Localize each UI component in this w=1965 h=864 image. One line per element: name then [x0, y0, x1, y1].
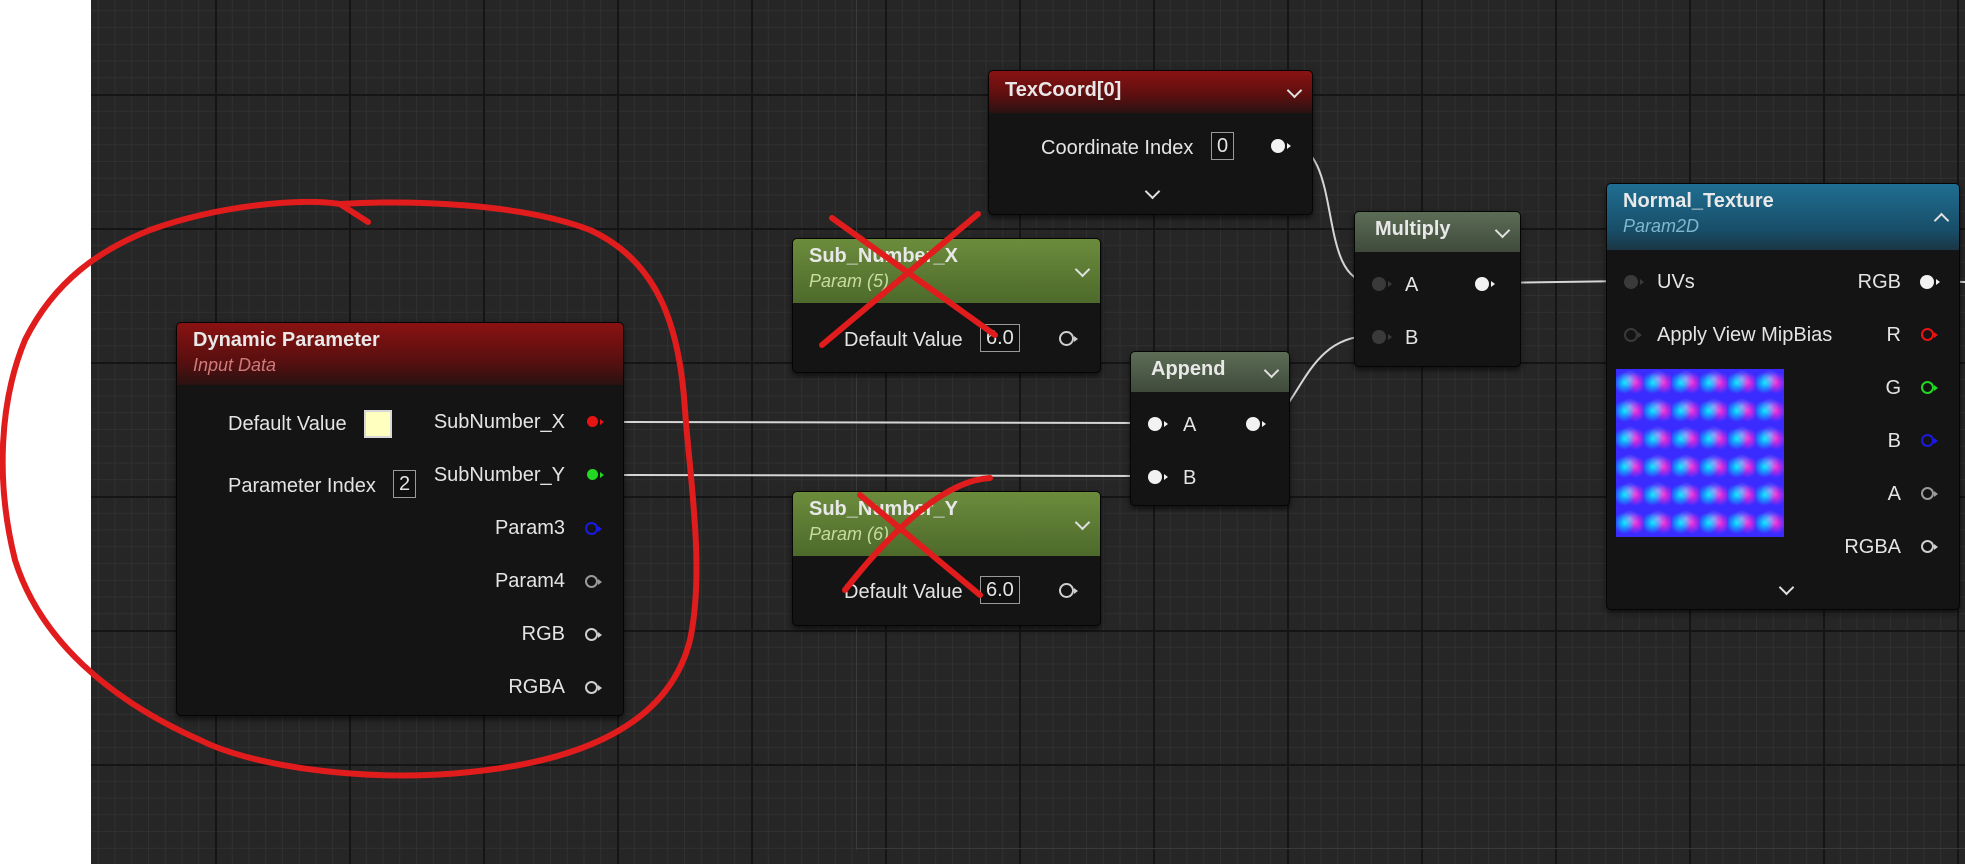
node-title: TexCoord[0]	[1005, 79, 1122, 101]
multiply-output-pin[interactable]	[1475, 277, 1495, 291]
output-rgba-pin[interactable]	[585, 681, 602, 694]
output-rgb-label: RGB	[521, 623, 565, 645]
sub-number-x-node[interactable]: Sub_Number_X Param (5) Default Value 6.0	[792, 238, 1101, 373]
sub-number-x-header[interactable]: Sub_Number_X Param (5)	[793, 239, 1100, 303]
default-value-label: Default Value	[844, 329, 963, 351]
output-subnumber-y-pin[interactable]	[587, 469, 604, 480]
canvas-divider	[856, 0, 857, 850]
output-param3-label: Param3	[494, 517, 565, 539]
output-rgba-label: RGBA	[1844, 536, 1901, 558]
dynamic-parameter-header[interactable]: Dynamic Parameter Input Data	[177, 323, 623, 385]
parameter-index-label: Parameter Index	[228, 475, 376, 497]
output-param4-pin[interactable]	[585, 575, 602, 588]
node-title: Normal_Texture	[1623, 190, 1774, 212]
sub-number-y-header[interactable]: Sub_Number_Y Param (6)	[793, 492, 1100, 556]
multiply-input-a-label: A	[1405, 274, 1419, 296]
apply-view-mipbias-pin[interactable]	[1624, 328, 1642, 342]
append-input-b-pin[interactable]	[1148, 470, 1168, 484]
append-header[interactable]: Append	[1131, 352, 1289, 392]
output-b-pin[interactable]	[1921, 434, 1938, 447]
node-subtitle: Param (6)	[809, 524, 890, 544]
output-b-label: B	[1887, 430, 1901, 452]
texcoord-output-pin[interactable]	[1271, 139, 1291, 153]
multiply-header[interactable]: Multiply	[1355, 212, 1520, 252]
append-input-a-pin[interactable]	[1148, 417, 1168, 431]
parameter-index-field[interactable]: 2	[393, 470, 417, 498]
node-title: Sub_Number_X	[809, 245, 958, 267]
uvs-input-label: UVs	[1657, 271, 1695, 293]
expand-chevron-icon[interactable]	[1778, 579, 1795, 596]
default-value-label: Default Value	[228, 413, 347, 435]
output-a-pin[interactable]	[1921, 487, 1938, 500]
multiply-input-b-label: B	[1405, 327, 1419, 349]
normal-texture-header[interactable]: Normal_Texture Param2D	[1607, 184, 1959, 250]
output-param3-pin[interactable]	[585, 522, 602, 535]
output-param4-label: Param4	[494, 570, 565, 592]
output-subnumber-x-label: SubNumber_X	[433, 411, 565, 433]
normal-texture-node[interactable]: Normal_Texture Param2D UVs Apply View Mi…	[1606, 183, 1960, 610]
coordinate-index-label: Coordinate Index	[1041, 137, 1194, 159]
multiply-node[interactable]: Multiply A B	[1354, 211, 1521, 367]
uvs-input-pin[interactable]	[1624, 275, 1644, 289]
multiply-input-a-pin[interactable]	[1372, 277, 1392, 291]
default-value-label: Default Value	[844, 581, 963, 603]
node-title: Multiply	[1375, 218, 1451, 240]
node-subtitle: Input Data	[193, 355, 277, 375]
texcoord-header[interactable]: TexCoord[0]	[989, 71, 1312, 113]
output-subnumber-x-pin[interactable]	[587, 416, 604, 427]
append-node[interactable]: Append A B	[1130, 351, 1290, 506]
append-output-pin[interactable]	[1246, 417, 1266, 431]
output-rgba-pin[interactable]	[1921, 540, 1938, 553]
output-subnumber-y-label: SubNumber_Y	[433, 464, 565, 486]
output-g-pin[interactable]	[1921, 381, 1938, 394]
default-value-field[interactable]: 6.0	[980, 576, 1020, 604]
texcoord-node[interactable]: TexCoord[0] Coordinate Index 0	[988, 70, 1313, 215]
node-subtitle: Param2D	[1623, 216, 1700, 236]
node-title: Append	[1151, 358, 1226, 380]
output-rgb-pin[interactable]	[1920, 275, 1940, 289]
output-g-label: G	[1885, 377, 1901, 399]
append-input-b-label: B	[1183, 467, 1197, 489]
output-r-label: R	[1886, 324, 1901, 346]
normal-texture-preview-image	[1616, 369, 1784, 537]
apply-view-mipbias-label: Apply View MipBias	[1657, 324, 1833, 346]
node-title: Sub_Number_Y	[809, 498, 958, 520]
multiply-input-b-pin[interactable]	[1372, 330, 1392, 344]
default-value-field[interactable]: 6.0	[980, 324, 1020, 352]
default-value-color-swatch[interactable]	[364, 410, 392, 438]
node-title: Dynamic Parameter	[193, 329, 380, 351]
sub-number-y-node[interactable]: Sub_Number_Y Param (6) Default Value 6.0	[792, 491, 1101, 626]
append-input-a-label: A	[1183, 414, 1197, 436]
sub-number-x-output-pin[interactable]	[1059, 331, 1078, 346]
node-subtitle: Param (5)	[809, 271, 890, 291]
canvas-divider-bottom	[856, 848, 1965, 849]
coordinate-index-field[interactable]: 0	[1211, 132, 1235, 160]
output-rgb-pin[interactable]	[585, 628, 602, 641]
output-r-pin[interactable]	[1921, 328, 1938, 341]
output-rgba-label: RGBA	[508, 676, 565, 698]
sub-number-y-output-pin[interactable]	[1059, 583, 1078, 598]
output-rgb-label: RGB	[1857, 271, 1901, 293]
expand-chevron-icon[interactable]	[1144, 183, 1161, 200]
dynamic-parameter-node[interactable]: Dynamic Parameter Input Data Default Val…	[176, 322, 624, 716]
output-a-label: A	[1887, 483, 1901, 505]
